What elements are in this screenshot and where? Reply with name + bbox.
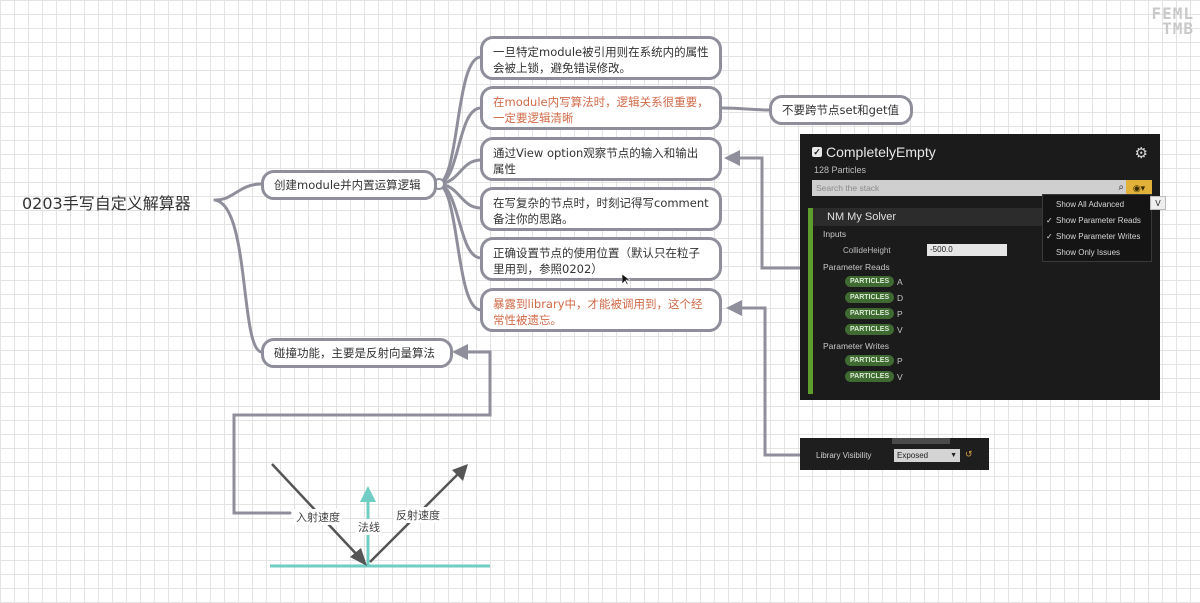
- menu-item-show-only-issues[interactable]: Show Only Issues: [1043, 248, 1151, 257]
- gear-icon[interactable]: ⚙: [1135, 144, 1148, 162]
- menu-tooltip: V: [1150, 196, 1166, 210]
- emitter-title: CompletelyEmpty: [826, 144, 936, 160]
- normal-label: 法线: [356, 519, 382, 535]
- enabled-checkbox[interactable]: ✓: [812, 147, 822, 157]
- library-visibility-panel: Library Visibility Exposed ▼ ↺: [800, 438, 989, 470]
- read-attr: D: [897, 293, 904, 303]
- module-stack: NM My Solver Inputs CollideHeight -500.0…: [808, 208, 1053, 394]
- branch-collision[interactable]: 碰撞功能，主要是反射向量算法: [261, 338, 453, 368]
- arrow-library-to-leaf6: [736, 306, 802, 457]
- reflected-label: 反射速度: [394, 507, 442, 523]
- reads-section[interactable]: Parameter Reads: [823, 262, 890, 272]
- read-pill: PARTICLES: [845, 324, 895, 335]
- edge-leaf-6: [435, 182, 483, 312]
- chevron-down-icon: ▼: [950, 452, 957, 459]
- param-collide-height: CollideHeight: [843, 246, 891, 255]
- menu-item-show-all-advanced[interactable]: Show All Advanced: [1043, 200, 1151, 209]
- inputs-section[interactable]: Inputs: [823, 229, 846, 239]
- read-pill: PARTICLES: [845, 292, 895, 303]
- library-visibility-dropdown[interactable]: Exposed ▼: [894, 449, 960, 462]
- incident-label: 入射速度: [294, 509, 342, 525]
- arrow-panel-to-leaf3: [734, 156, 810, 270]
- leaf-module-lock[interactable]: 一旦特定module被引用则在系统内的属性会被上锁，避免错误修改。: [480, 36, 722, 80]
- write-attr: P: [897, 356, 903, 366]
- module-name: NM My Solver: [827, 211, 897, 223]
- read-pill: PARTICLES: [845, 276, 895, 287]
- root-topic[interactable]: 0203手写自定义解算器: [22, 190, 191, 214]
- check-icon: ✓: [1046, 216, 1053, 225]
- leaf-usage-location[interactable]: 正确设置节点的使用位置（默认只在粒子里用到，参照0202）: [480, 237, 722, 281]
- module-header[interactable]: NM My Solver: [813, 208, 1048, 226]
- leaf-view-option[interactable]: 通过View option观察节点的输入和输出属性: [480, 137, 722, 181]
- branch-create-module[interactable]: 创建module并内置运算逻辑: [261, 170, 437, 200]
- write-attr: V: [897, 372, 903, 382]
- write-pill: PARTICLES: [845, 355, 895, 366]
- search-placeholder: Search the stack: [816, 183, 880, 193]
- read-attr: V: [897, 325, 903, 335]
- menu-item-show-parameter-writes[interactable]: ✓ Show Parameter Writes: [1043, 232, 1151, 241]
- menu-item-show-parameter-reads[interactable]: ✓ Show Parameter Reads: [1043, 216, 1151, 225]
- leaf-logic-clear[interactable]: 在module内写算法时，逻辑关系很重要，一定要逻辑清晰: [480, 86, 722, 130]
- view-options-menu: Show All Advanced ✓ Show Parameter Reads …: [1042, 194, 1152, 262]
- reset-icon[interactable]: ↺: [965, 449, 973, 460]
- edge-sidenote: [720, 106, 772, 112]
- read-attr: P: [897, 309, 903, 319]
- edge-root-create: [213, 182, 264, 202]
- edge-leaf-1: [435, 55, 483, 186]
- param-value-field[interactable]: -500.0: [927, 244, 1007, 256]
- particle-count: 128 Particles: [814, 165, 867, 175]
- leaf-library-expose[interactable]: 暴露到library中，才能被调用到，这个经常性被遗忘。: [480, 288, 722, 332]
- leaf-comment[interactable]: 在写复杂的节点时，时刻记得写comment备注你的思路。: [480, 187, 722, 231]
- niagara-stack-panel: ✓ CompletelyEmpty ⚙ 128 Particles Search…: [800, 134, 1160, 400]
- library-visibility-label: Library Visibility: [816, 451, 872, 460]
- side-note-set-get[interactable]: 不要跨节点set和get值: [769, 95, 913, 125]
- write-pill: PARTICLES: [845, 371, 895, 382]
- watermark-logo: FEML TMB: [1151, 4, 1194, 38]
- edge-root-collision: [213, 198, 264, 354]
- arrow-diagram-to-collision: [232, 350, 492, 515]
- check-icon: ✓: [1046, 232, 1053, 241]
- read-pill: PARTICLES: [845, 308, 895, 319]
- read-attr: A: [897, 277, 903, 287]
- writes-section[interactable]: Parameter Writes: [823, 341, 889, 351]
- mouse-cursor-icon: [622, 274, 630, 286]
